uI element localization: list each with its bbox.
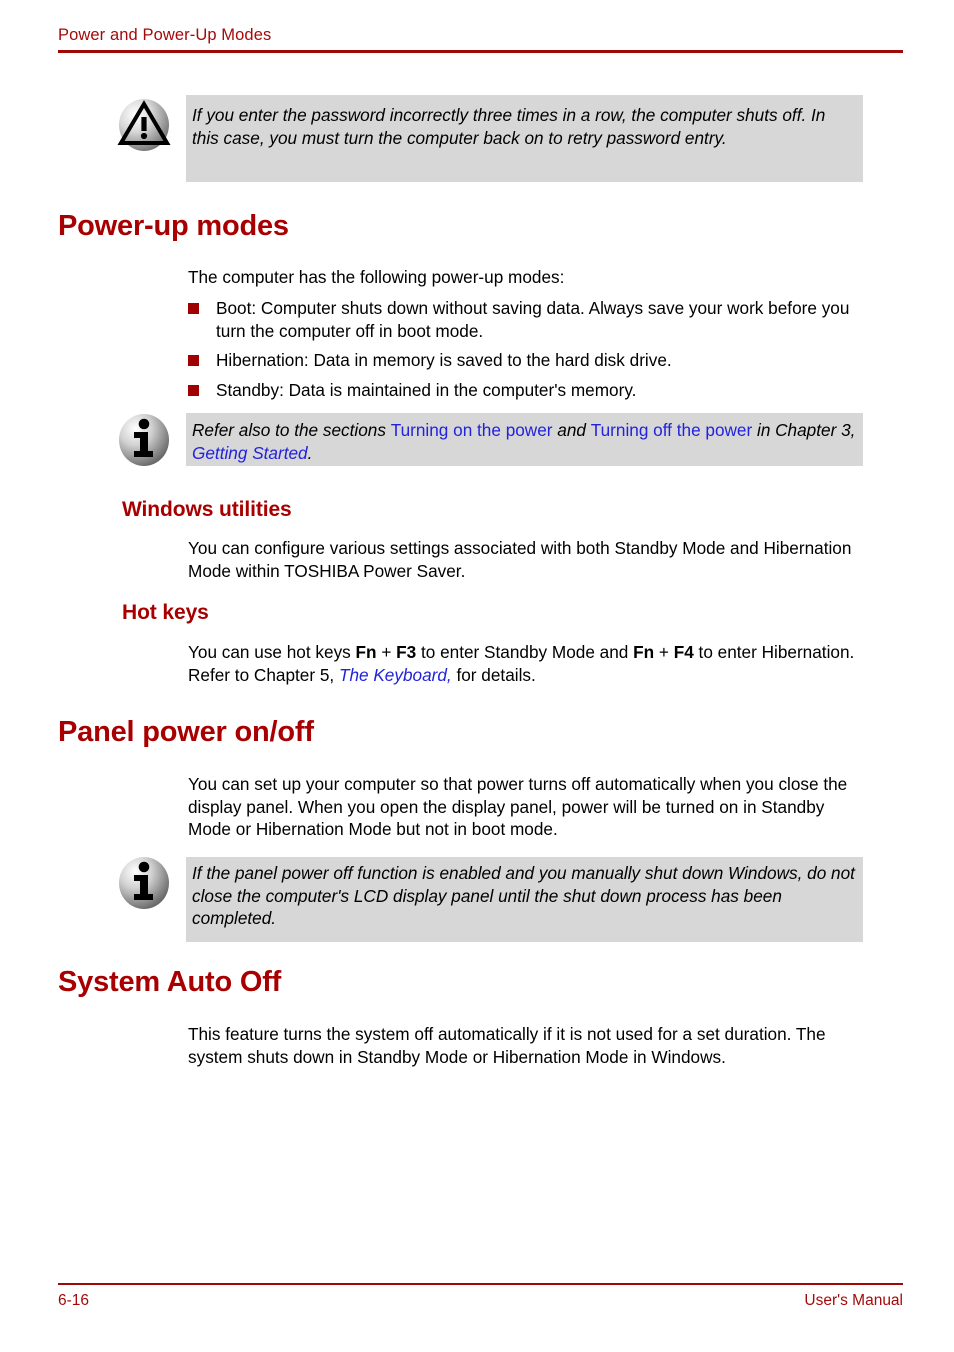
list-item-label: Hibernation: Data in memory is saved to … xyxy=(216,350,672,370)
key-fn-1: Fn xyxy=(355,642,377,662)
heading-panel-power: Panel power on/off xyxy=(58,716,314,748)
page-footer: 6-16 User's Manual xyxy=(58,1292,903,1310)
power-up-modes-intro: The computer has the following power-up … xyxy=(188,267,565,287)
power-up-modes-list: Boot: Computer shuts down without saving… xyxy=(188,297,864,408)
windows-utilities-body: You can configure various settings assoc… xyxy=(188,538,852,581)
refer-note-segment-2: and xyxy=(552,420,591,440)
heading-windows-utilities: Windows utilities xyxy=(122,498,292,521)
list-item: Boot: Computer shuts down without saving… xyxy=(188,297,864,342)
hot-keys-segment-4: + xyxy=(654,642,674,662)
refer-note-segment-3: in Chapter 3, xyxy=(752,420,856,440)
hot-keys-segment-3: to enter Standby Mode and xyxy=(416,642,634,662)
hot-keys-segment-6: for details. xyxy=(451,664,536,685)
footer-manual-label: User's Manual xyxy=(804,1292,903,1309)
info-i-icon xyxy=(114,853,174,913)
refer-note-segment-4: . xyxy=(307,442,313,463)
square-bullet-icon xyxy=(188,355,199,366)
key-f3: F3 xyxy=(396,642,417,662)
list-item: Hibernation: Data in memory is saved to … xyxy=(188,349,864,372)
hot-keys-body: You can use hot keys Fn + F3 to enter St… xyxy=(188,641,864,686)
panel-power-body: You can set up your computer so that pow… xyxy=(188,774,848,839)
refer-note-segment-1: Refer also to the sections xyxy=(192,420,391,440)
callout-password-warning-text: If you enter the password incorrectly th… xyxy=(192,105,826,148)
link-the-keyboard[interactable]: The Keyboard, xyxy=(339,665,452,685)
header-title: Power and Power-Up Modes xyxy=(58,26,272,44)
list-item: Standby: Data is maintained in the compu… xyxy=(188,379,864,402)
link-turning-on-the-power[interactable]: Turning on the power xyxy=(391,420,553,440)
hot-keys-segment-1: You can use hot keys xyxy=(188,642,356,662)
manual-page: Power and Power-Up Modes If you enter th… xyxy=(0,0,954,1352)
key-fn-2: Fn xyxy=(633,642,655,662)
link-getting-started[interactable]: Getting Started xyxy=(192,443,308,463)
callout-panel-note-text: If the panel power off function is enabl… xyxy=(192,863,855,928)
list-item-label: Standby: Data is maintained in the compu… xyxy=(216,379,637,400)
list-item-label: Boot: Computer shuts down without saving… xyxy=(216,298,850,341)
header-divider xyxy=(58,50,903,53)
footer-page-number: 6-16 xyxy=(58,1292,90,1309)
system-auto-off-body: This feature turns the system off automa… xyxy=(188,1024,826,1067)
info-i-icon xyxy=(114,410,174,470)
heading-system-auto-off: System Auto Off xyxy=(58,966,282,998)
callout-refer-note-text: Refer also to the sections Turning on th… xyxy=(192,419,856,464)
square-bullet-icon xyxy=(188,303,199,314)
footer-divider xyxy=(58,1283,903,1285)
warning-triangle-icon xyxy=(114,95,174,155)
heading-hot-keys: Hot keys xyxy=(122,601,209,624)
heading-power-up-modes: Power-up modes xyxy=(58,210,289,242)
key-f4: F4 xyxy=(673,642,694,662)
square-bullet-icon xyxy=(188,384,199,396)
hot-keys-segment-2: + xyxy=(376,642,397,662)
link-turning-off-the-power[interactable]: Turning off the power xyxy=(591,420,752,440)
page-header: Power and Power-Up Modes xyxy=(58,26,903,46)
